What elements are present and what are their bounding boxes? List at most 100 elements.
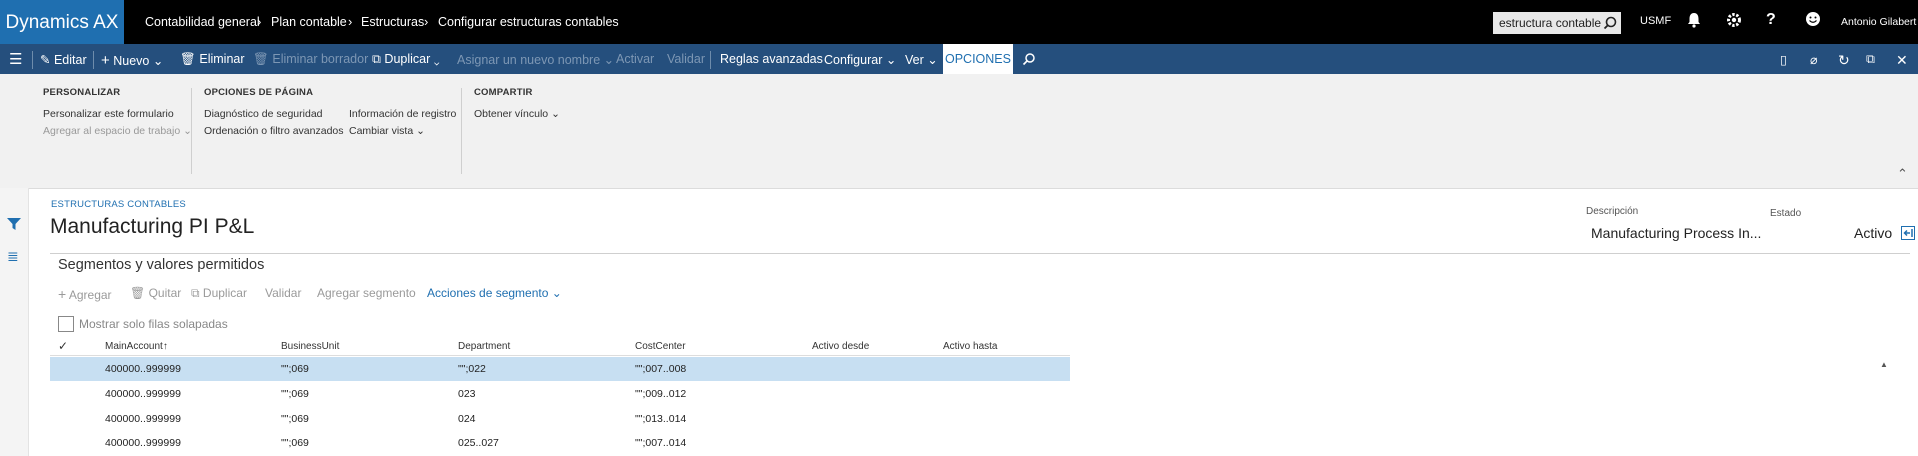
add-to-workspace-menu[interactable]: Agregar al espacio de trabajo ⌄ [43, 125, 192, 137]
chevron-down-icon: ⌄ [885, 53, 897, 67]
list-icon[interactable]: ≣ [7, 248, 19, 265]
trash-icon: 🗑 [130, 286, 146, 300]
action-search-icon[interactable] [1022, 52, 1036, 69]
group-title-page-options: OPCIONES DE PÁGINA [204, 87, 314, 98]
help-icon[interactable]: ? [1766, 11, 1776, 29]
breadcrumb-chart-of-accounts[interactable]: Plan contable [271, 15, 347, 29]
chevron-down-icon: ⌄ [416, 125, 425, 137]
column-header-department[interactable]: Department [458, 341, 510, 352]
validate-button[interactable]: Validar [667, 52, 705, 66]
table-row[interactable]: 400000..999999 "";069 024 "";013..014 [50, 407, 1070, 431]
cell-costcenter[interactable]: "";013..014 [635, 413, 686, 425]
cell-department[interactable]: 024 [458, 413, 476, 425]
user-name[interactable]: Antonio Gilabert [1841, 16, 1916, 28]
table-row[interactable]: 400000..999999 "";069 025..027 "";007..0… [50, 431, 1070, 455]
chevron-down-icon: ⌄ [603, 53, 615, 67]
table-row[interactable]: 400000..999999 "";069 023 "";009..012 [50, 382, 1070, 406]
change-view-menu[interactable]: Cambiar vista ⌄ [349, 125, 425, 137]
breadcrumb-configure-structures[interactable]: Configurar estructuras contables [438, 15, 619, 29]
group-title-personalize: PERSONALIZAR [43, 87, 121, 98]
copy-icon: ⧉ [191, 286, 200, 300]
cell-mainaccount[interactable]: 400000..999999 [105, 437, 181, 449]
section-title-segments: Segmentos y valores permitidos [58, 257, 265, 273]
overlap-only-checkbox[interactable] [58, 316, 74, 332]
copy-icon: ⧉ [372, 52, 381, 66]
advanced-filter-sort-link[interactable]: Ordenación o filtro avanzados [204, 125, 344, 137]
new-button[interactable]: + Nuevo ⌄ [101, 52, 163, 69]
duplicate-row-button[interactable]: ⧉ Duplicar [191, 286, 247, 301]
page-caption: ESTRUCTURAS CONTABLES [51, 199, 186, 210]
breadcrumb-general-ledger[interactable]: Contabilidad general [145, 15, 260, 29]
view-menu[interactable]: Ver ⌄ [905, 52, 938, 67]
activate-button[interactable]: Activar [616, 52, 654, 66]
settings-gear-icon[interactable] [1725, 11, 1743, 33]
scroll-up-arrow-icon[interactable]: ▲ [1880, 360, 1888, 369]
column-header-businessunit[interactable]: BusinessUnit [281, 341, 339, 352]
feedback-smiley-icon[interactable] [1805, 11, 1821, 31]
add-row-button[interactable]: + Agregar [58, 286, 112, 302]
hamburger-menu-icon[interactable]: ☰ [9, 50, 22, 68]
remove-row-button[interactable]: 🗑 Quitar [130, 286, 181, 300]
close-icon[interactable]: ✕ [1896, 52, 1908, 69]
top-navigation-bar: Dynamics AX Contabilidad general › Plan … [0, 0, 1918, 44]
record-info-link[interactable]: Información de registro [349, 108, 456, 120]
column-header-mainaccount[interactable]: MainAccount↑ [105, 341, 168, 352]
cell-mainaccount[interactable]: 400000..999999 [105, 363, 181, 375]
rename-button[interactable]: Asignar un nuevo nombre ⌄ [457, 52, 614, 67]
column-header-costcenter[interactable]: CostCenter [635, 341, 686, 352]
delete-draft-button[interactable]: 🗑 Eliminar borrador [253, 52, 368, 67]
cell-businessunit[interactable]: "";069 [281, 388, 309, 400]
cell-department[interactable]: 025..027 [458, 437, 499, 449]
delete-button[interactable]: 🗑 Eliminar [180, 52, 245, 67]
page-title: Manufacturing PI P&L [50, 215, 255, 238]
search-button[interactable] [1599, 12, 1621, 34]
cell-businessunit[interactable]: "";069 [281, 413, 309, 425]
breadcrumb-chevron-icon: › [348, 14, 353, 29]
cell-businessunit[interactable]: "";069 [281, 437, 309, 449]
cell-department[interactable]: 023 [458, 388, 476, 400]
personalize-form-link[interactable]: Personalizar este formulario [43, 108, 174, 120]
validate-rows-button[interactable]: Validar [265, 286, 301, 300]
column-header-active-from[interactable]: Activo desde [812, 341, 869, 352]
advanced-rules-button[interactable]: Reglas avanzadas [720, 52, 823, 66]
column-header-active-to[interactable]: Activo hasta [943, 341, 997, 352]
table-row[interactable]: 400000..999999 "";069 "";022 "";007..008 [50, 357, 1070, 381]
refresh-icon[interactable]: ↻ [1838, 52, 1850, 69]
overlap-only-label: Mostrar solo filas solapadas [79, 317, 228, 331]
cell-businessunit[interactable]: "";069 [281, 363, 309, 375]
notifications-bell-icon[interactable] [1686, 11, 1702, 33]
cell-costcenter[interactable]: "";009..012 [635, 388, 686, 400]
duplicate-button[interactable]: ⧉ Duplicar ⌄ [372, 52, 440, 67]
collapse-ribbon-icon[interactable]: ⌃ [1897, 166, 1908, 182]
edit-button[interactable]: ✎ Editar [40, 52, 87, 67]
office-icon[interactable]: ▯ [1780, 52, 1787, 67]
configure-menu[interactable]: Configurar ⌄ [824, 52, 896, 67]
grid-vertical-scrollbar[interactable]: ▲ [1880, 360, 1888, 456]
cell-mainaccount[interactable]: 400000..999999 [105, 413, 181, 425]
description-field[interactable]: Manufacturing Process In... [1591, 225, 1761, 241]
chevron-down-icon: ⌄ [551, 108, 560, 120]
breadcrumb-structures[interactable]: Estructuras [361, 15, 424, 29]
attachment-icon[interactable]: ⌀ [1810, 52, 1818, 67]
search-icon [1603, 16, 1617, 30]
chevron-down-icon: ⌄ [551, 286, 562, 300]
cell-costcenter[interactable]: "";007..008 [635, 363, 686, 375]
sort-ascending-icon: ↑ [162, 341, 168, 352]
plus-icon: + [58, 286, 67, 302]
security-diagnostics-link[interactable]: Diagnóstico de seguridad [204, 108, 323, 120]
collapse-panel-icon[interactable] [1901, 226, 1915, 243]
add-segment-button[interactable]: Agregar segmento [317, 286, 416, 300]
cell-department[interactable]: "";022 [458, 363, 486, 375]
segment-actions-menu[interactable]: Acciones de segmento ⌄ [427, 286, 562, 300]
cell-costcenter[interactable]: "";007..014 [635, 437, 686, 449]
company-picker[interactable]: USMF [1640, 15, 1671, 27]
plus-icon: + [101, 52, 110, 69]
cell-mainaccount[interactable]: 400000..999999 [105, 388, 181, 400]
select-all-check-icon[interactable]: ✓ [58, 339, 68, 353]
app-brand[interactable]: Dynamics AX [0, 0, 124, 44]
open-new-window-icon[interactable]: ⧉ [1866, 52, 1875, 67]
filter-icon[interactable] [7, 218, 21, 234]
tab-options[interactable]: OPCIONES [943, 44, 1013, 74]
get-link-menu[interactable]: Obtener vínculo ⌄ [474, 108, 560, 120]
status-field[interactable]: Activo [1854, 225, 1892, 241]
